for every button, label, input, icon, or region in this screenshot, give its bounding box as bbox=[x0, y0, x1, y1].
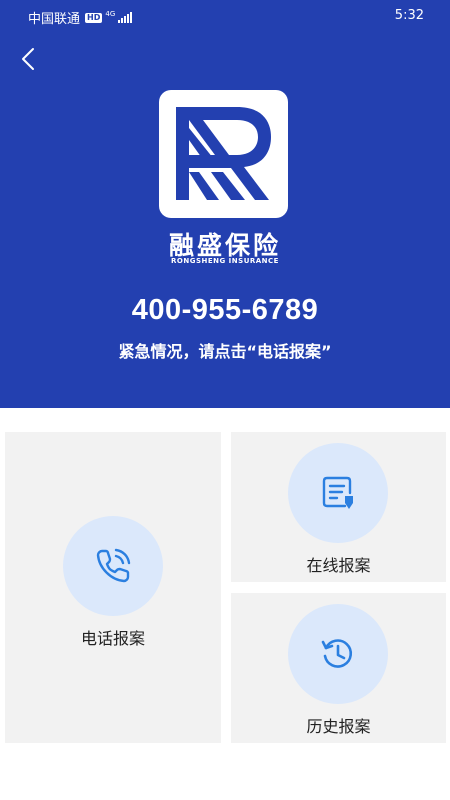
back-button[interactable] bbox=[14, 44, 42, 74]
hotline-number: 400-955-6789 bbox=[131, 294, 319, 326]
signal-icon bbox=[118, 12, 133, 23]
history-report-button[interactable]: 历史报案 bbox=[231, 593, 446, 743]
status-bar: 中国联通 HD 4G 5:32 bbox=[0, 0, 450, 32]
online-report-button[interactable]: 在线报案 bbox=[231, 432, 446, 582]
company-logo bbox=[159, 90, 288, 218]
hd-badge: HD bbox=[85, 12, 103, 23]
chevron-left-icon bbox=[22, 48, 34, 70]
carrier-name: 中国联通 bbox=[28, 12, 81, 27]
network-type: 4G bbox=[105, 9, 116, 18]
history-icon bbox=[321, 639, 353, 668]
report-icon-circle bbox=[288, 443, 388, 543]
header-banner: 中国联通 HD 4G 5:32 融盛保险 RONGSHENG INSURANCE… bbox=[0, 0, 450, 408]
online-report-label: 在线报案 bbox=[306, 556, 371, 575]
phone-report-label: 电话报案 bbox=[80, 629, 145, 648]
phone-report-button[interactable]: 电话报案 bbox=[5, 432, 221, 743]
hotline-hint: 紧急情况，请点击“电话报案” bbox=[118, 342, 332, 361]
history-report-label: 历史报案 bbox=[306, 717, 371, 736]
logo-r-icon bbox=[176, 107, 271, 200]
status-time: 5:32 bbox=[394, 8, 424, 23]
report-form-icon bbox=[322, 476, 353, 509]
brand-name-en: RONGSHENG INSURANCE bbox=[171, 257, 279, 265]
phone-icon-circle bbox=[63, 516, 163, 616]
status-left: 中国联通 HD 4G bbox=[28, 8, 133, 27]
history-icon-circle bbox=[288, 604, 388, 704]
phone-icon bbox=[96, 548, 131, 583]
